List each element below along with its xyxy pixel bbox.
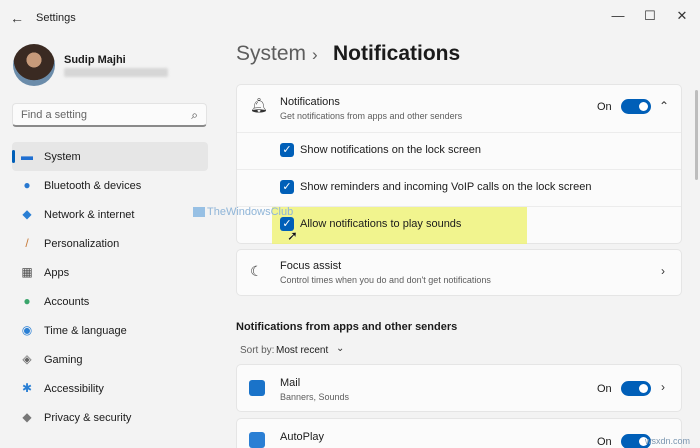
apps-icon: ▦ xyxy=(21,265,33,279)
sidebar-item-label: Network & internet xyxy=(44,209,135,221)
sort-dropdown[interactable]: Most recent xyxy=(276,345,328,356)
app-name-autoplay: AutoPlay xyxy=(280,431,325,443)
mouse-cursor-icon: ➚ xyxy=(287,228,298,243)
play-sounds-label: Allow notifications to play sounds xyxy=(300,218,462,230)
window-title: Settings xyxy=(36,12,76,24)
chevron-right-icon[interactable]: › xyxy=(661,264,665,278)
sidebar-item-label: Personalization xyxy=(44,238,120,250)
monitor-icon: ▬ xyxy=(21,149,33,163)
lock-screen-label: Show notifications on the lock screen xyxy=(300,144,481,156)
mail-icon xyxy=(249,380,265,396)
mail-state: On xyxy=(597,383,612,395)
user-name: Sudip Majhi xyxy=(64,54,126,66)
globe-clock-icon: ◉ xyxy=(21,323,33,337)
app-detail-mail: Banners, Sounds xyxy=(280,392,350,402)
chevron-down-icon[interactable]: ⌄ xyxy=(336,343,344,354)
accessibility-icon: ✱ xyxy=(21,381,33,395)
chevron-up-icon[interactable]: ⌃ xyxy=(659,99,669,113)
app-name-mail: Mail xyxy=(280,377,301,389)
minimize-button[interactable]: — xyxy=(600,6,636,26)
focus-assist-subtitle: Control times when you do and don't get … xyxy=(280,275,491,285)
sidebar-item-network-internet[interactable]: ◆ Network & internet xyxy=(12,200,208,229)
notifications-title: Notifications xyxy=(280,96,340,108)
divider xyxy=(237,169,681,170)
watermark-logo-icon xyxy=(193,207,205,217)
avatar[interactable] xyxy=(13,44,55,86)
sidebar-nav: ▬ System ● Bluetooth & devices ◆ Network & in… xyxy=(12,142,208,432)
moon-icon: ☾ xyxy=(250,263,263,279)
wifi-icon: ◆ xyxy=(22,207,32,221)
autoplay-state: On xyxy=(597,436,612,448)
notifications-subtitle: Get notifications from apps and other se… xyxy=(280,111,463,121)
back-arrow-icon[interactable]: ← xyxy=(6,8,28,28)
sidebar-item-label: Privacy & security xyxy=(44,412,132,424)
lock-screen-checkbox[interactable]: ✓ xyxy=(280,143,294,157)
bell-icon: 🔔︎ xyxy=(250,97,268,113)
sidebar-item-time-language[interactable]: ◉ Time & language xyxy=(12,316,208,345)
apps-section-title: Notifications from apps and other sender… xyxy=(236,321,458,333)
watermark-text: TheWindowsClub xyxy=(207,206,294,218)
voip-reminders-checkbox[interactable]: ✓ xyxy=(280,180,294,194)
voip-reminders-label: Show reminders and incoming VoIP calls o… xyxy=(300,181,592,193)
scrollbar[interactable] xyxy=(695,90,698,180)
divider xyxy=(237,132,681,133)
breadcrumb-separator-icon: › xyxy=(312,45,318,64)
sidebar-item-label: Gaming xyxy=(44,354,83,366)
search-icon: ⌕ xyxy=(191,108,198,122)
bluetooth-icon: ● xyxy=(23,178,31,192)
sidebar-item-accounts[interactable]: ● Accounts xyxy=(12,287,208,316)
sidebar-item-label: System xyxy=(44,151,81,163)
sidebar-item-personalization[interactable]: / Personalization xyxy=(12,229,208,258)
sidebar-item-accessibility[interactable]: ✱ Accessibility xyxy=(12,374,208,403)
notifications-toggle[interactable] xyxy=(621,99,651,114)
brush-icon: / xyxy=(25,236,29,250)
sidebar-item-label: Bluetooth & devices xyxy=(44,180,142,192)
autoplay-icon xyxy=(249,432,265,448)
close-button[interactable]: ✕ xyxy=(664,6,700,26)
breadcrumb-system[interactable]: System xyxy=(236,42,306,66)
sidebar-item-system[interactable]: ▬ System xyxy=(12,142,208,171)
chevron-right-icon[interactable]: › xyxy=(661,380,665,394)
controller-icon: ◈ xyxy=(22,352,32,366)
sidebar-item-gaming[interactable]: ◈ Gaming xyxy=(12,345,208,374)
app-row-mail[interactable] xyxy=(236,364,682,412)
mail-toggle[interactable] xyxy=(621,381,651,396)
maximize-button[interactable]: ☐ xyxy=(632,6,668,26)
sidebar-item-apps[interactable]: ▦ Apps xyxy=(12,258,208,287)
user-email-redacted xyxy=(64,68,168,77)
focus-assist-title: Focus assist xyxy=(280,260,342,272)
search-placeholder: Find a setting xyxy=(21,109,88,121)
sidebar-item-label: Apps xyxy=(44,267,70,279)
notifications-state: On xyxy=(597,101,612,113)
person-icon: ● xyxy=(23,294,31,308)
sidebar-item-label: Accessibility xyxy=(44,383,104,395)
sidebar-item-label: Time & language xyxy=(44,325,127,337)
focus-assist-card[interactable] xyxy=(236,249,682,296)
sidebar-item-bluetooth-devices[interactable]: ● Bluetooth & devices xyxy=(12,171,208,200)
site-watermark: wsxdn.com xyxy=(645,436,691,446)
shield-icon: ◆ xyxy=(22,410,32,424)
sidebar-item-label: Accounts xyxy=(44,296,90,308)
page-title: Notifications xyxy=(333,42,461,65)
sidebar-item-privacy-security[interactable]: ◆ Privacy & security xyxy=(12,403,208,432)
search-input[interactable]: Find a setting ⌕ xyxy=(12,103,207,127)
title-bar: ← Settings — ☐ ✕ xyxy=(0,0,700,36)
sort-label: Sort by: xyxy=(240,345,275,356)
